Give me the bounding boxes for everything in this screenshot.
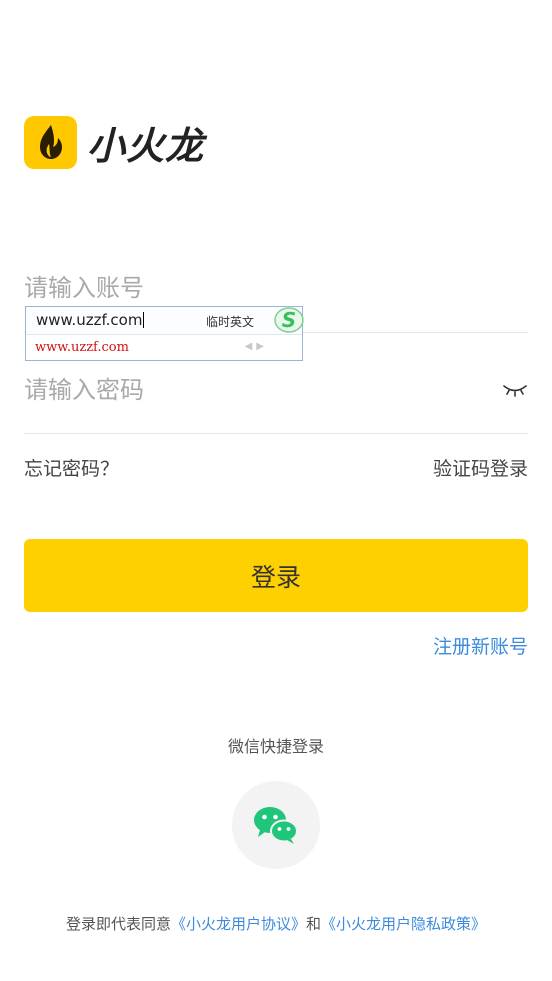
- sogou-logo-icon[interactable]: S: [273, 305, 305, 335]
- brand-name: 小火龙: [87, 123, 205, 168]
- account-input[interactable]: [24, 274, 484, 302]
- text-caret: [143, 312, 145, 328]
- flame-icon: [24, 115, 77, 169]
- agreement-text: 登录即代表同意《小火龙用户协议》和《小火龙用户隐私政策》: [0, 913, 552, 934]
- wechat-icon: [254, 807, 298, 844]
- login-button[interactable]: 登录: [24, 539, 528, 612]
- agreement-prefix: 登录即代表同意: [65, 915, 171, 933]
- app-logo: 小火龙: [24, 115, 224, 169]
- svg-text:S: S: [282, 308, 296, 332]
- eye-closed-icon[interactable]: [502, 382, 528, 398]
- ime-composition-bar: www.uzzf.com 临时英文 S: [26, 305, 305, 335]
- register-link[interactable]: 注册新账号: [433, 632, 528, 659]
- ime-mode-label[interactable]: 临时英文: [206, 313, 254, 330]
- wechat-login-button[interactable]: [232, 781, 320, 869]
- sms-login-link[interactable]: 验证码登录: [433, 454, 528, 481]
- user-agreement-link[interactable]: 《小火龙用户协议》: [171, 915, 306, 933]
- agreement-conjunction: 和: [306, 915, 322, 933]
- privacy-policy-link[interactable]: 《小火龙用户隐私政策》: [321, 915, 486, 933]
- ime-candidate[interactable]: www.uzzf.com: [35, 340, 129, 355]
- password-input[interactable]: [24, 376, 484, 404]
- auth-links-row: 忘记密码？ 验证码登录: [24, 452, 528, 482]
- ime-page-arrows-icon[interactable]: ◀▶: [245, 341, 268, 352]
- forgot-password-link[interactable]: 忘记密码？: [24, 454, 119, 481]
- ime-composition-text: www.uzzf.com: [36, 311, 145, 329]
- ime-popup: www.uzzf.com 临时英文 S www.uzzf.com ◀▶: [25, 305, 305, 361]
- password-field[interactable]: [24, 360, 528, 434]
- wechat-login-title: 微信快捷登录: [227, 737, 324, 756]
